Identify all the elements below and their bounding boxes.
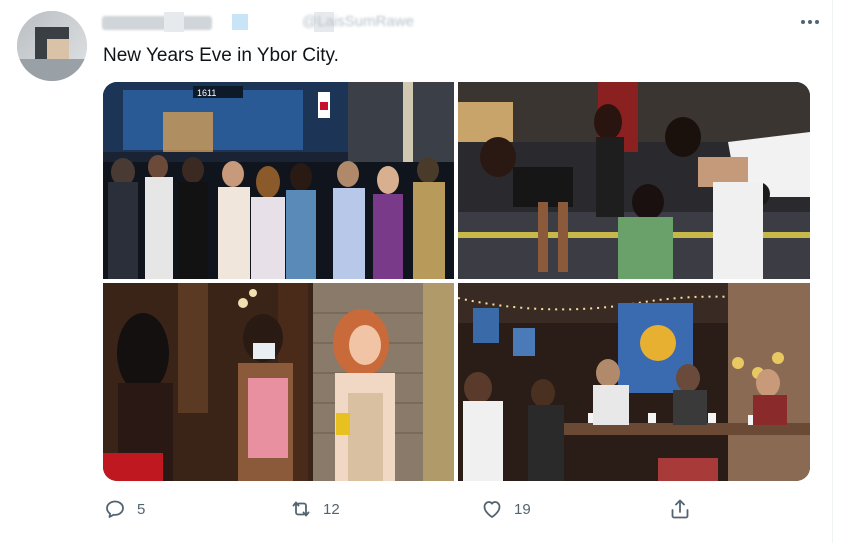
reply-button[interactable]: 5 xyxy=(103,494,145,524)
tweet-actions: 5 12 19 xyxy=(103,494,703,524)
tweet-header: @LaisSumRawe xyxy=(102,12,752,36)
tweet-card[interactable]: @LaisSumRawe New Years Eve in Ybor City.… xyxy=(0,0,841,543)
like-button[interactable]: 19 xyxy=(480,494,531,524)
display-name-redacted[interactable] xyxy=(102,16,212,30)
photo-grid: 1611 xyxy=(103,82,810,481)
share-button[interactable] xyxy=(668,494,692,524)
like-count: 19 xyxy=(514,500,531,518)
photo-street-crowd[interactable]: 1611 xyxy=(103,82,454,279)
retweet-button[interactable]: 12 xyxy=(289,494,340,524)
reply-icon xyxy=(106,500,124,518)
photo-bar-interior[interactable] xyxy=(458,283,810,481)
heart-icon xyxy=(483,501,501,518)
user-handle[interactable]: @LaisSumRawe xyxy=(302,13,414,30)
retweet-count: 12 xyxy=(323,500,340,518)
building-number-sign: 1611 xyxy=(197,88,216,98)
timeline-border xyxy=(832,0,833,543)
avatar[interactable] xyxy=(17,11,87,81)
photo-women-laughing[interactable] xyxy=(103,283,454,481)
retweet-icon xyxy=(292,501,310,517)
share-icon xyxy=(671,499,689,519)
more-options-icon[interactable] xyxy=(795,12,825,32)
reply-count: 5 xyxy=(137,500,146,518)
photo-women-posing[interactable] xyxy=(458,82,810,279)
tweet-text: New Years Eve in Ybor City. xyxy=(103,45,339,66)
